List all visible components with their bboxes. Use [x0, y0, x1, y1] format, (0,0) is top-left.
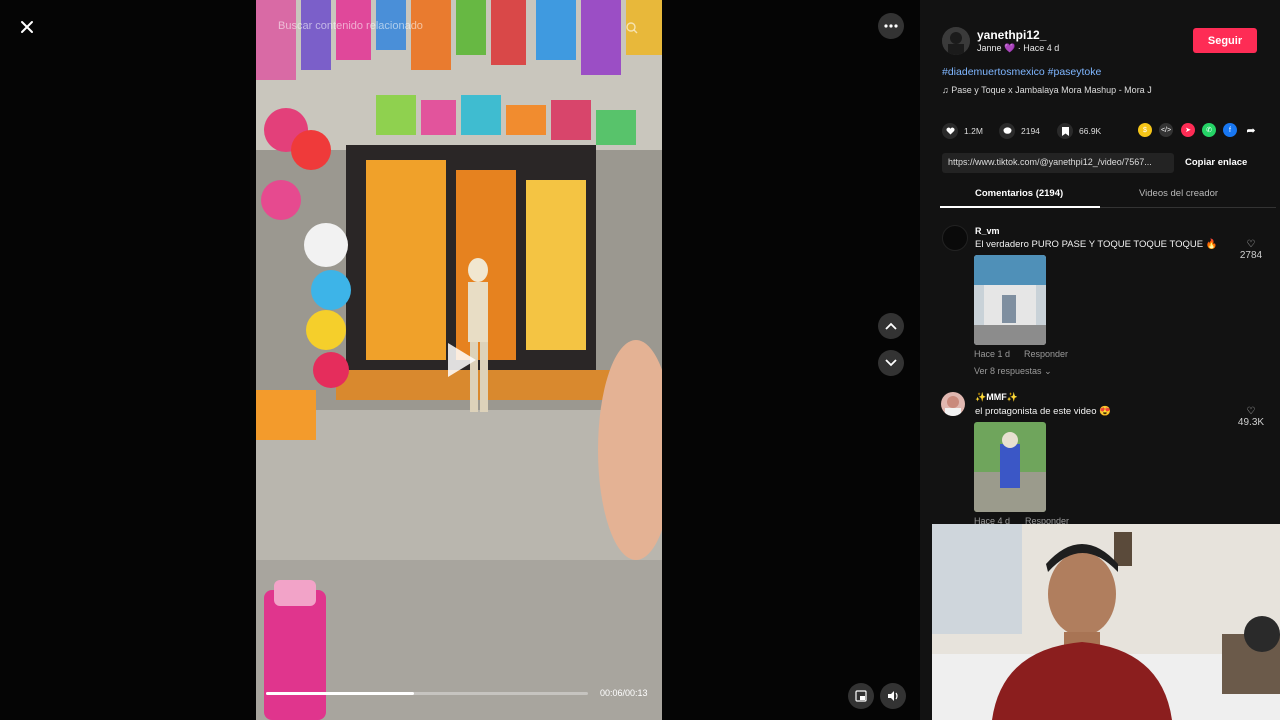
comment-stat[interactable]: 2194: [999, 123, 1040, 139]
webcam-overlay: [932, 524, 1280, 720]
share-arrow-icon[interactable]: ➦: [1244, 123, 1258, 137]
comment-image[interactable]: [974, 422, 1046, 512]
copy-link-button[interactable]: Copiar enlace: [1185, 157, 1247, 168]
comment-like[interactable]: ♡ 49.3K: [1236, 406, 1266, 428]
time-display: 00:06/00:13: [600, 688, 648, 698]
reply-button[interactable]: Responder: [1024, 349, 1068, 359]
volume-button[interactable]: [880, 683, 906, 709]
save-stat[interactable]: 66.9K: [1057, 123, 1101, 139]
comment-text: el protagonista de este video 😍: [975, 406, 1111, 417]
comment-user[interactable]: R_vm: [975, 226, 1000, 236]
webcam-scene: [932, 524, 1280, 720]
facebook-icon[interactable]: f: [1223, 123, 1237, 137]
chevron-down-icon: [885, 359, 897, 367]
volume-icon: [887, 691, 898, 701]
close-button[interactable]: [14, 14, 40, 40]
like-count: 1.2M: [964, 126, 983, 136]
comment-like-count: 49.3K: [1237, 417, 1265, 428]
save-count: 66.9K: [1079, 126, 1102, 136]
avatar-image: [942, 27, 970, 55]
progress-bar[interactable]: [266, 692, 588, 695]
video-link[interactable]: https://www.tiktok.com/@yanethpi12_/vide…: [948, 157, 1152, 167]
follow-button[interactable]: Seguir: [1193, 28, 1257, 53]
progress-fill: [266, 692, 415, 695]
comment-count: 2194: [1021, 126, 1040, 136]
chevron-down-icon: ⌄: [1044, 366, 1052, 376]
comment-like[interactable]: ♡ 2784: [1236, 239, 1266, 261]
active-tab-indicator: [940, 206, 1100, 208]
comment-icon: [999, 123, 1015, 139]
more-icon: [884, 24, 898, 28]
play-icon[interactable]: [444, 340, 480, 380]
avatar[interactable]: [942, 27, 970, 55]
pip-button[interactable]: [848, 683, 874, 709]
next-video-button[interactable]: [878, 350, 904, 376]
comment-avatar[interactable]: [942, 225, 968, 251]
heart-outline-icon: ♡: [1246, 239, 1256, 250]
music-title: Pase y Toque x Jambalaya Mora Mashup - M…: [951, 85, 1152, 95]
comment-like-count: 2784: [1239, 250, 1263, 261]
post-time: Hace 4 d: [1023, 43, 1060, 53]
music-info[interactable]: ♫ Pase y Toque x Jambalaya Mora Mashup -…: [942, 85, 1152, 95]
comment-text: El verdadero PURO PASE Y TOQUE TOQUE TOQ…: [975, 239, 1218, 250]
heart-icon: [942, 123, 958, 139]
pip-icon: [855, 690, 867, 702]
comment-user[interactable]: ✨MMF✨: [975, 392, 1018, 403]
previous-video-button[interactable]: [878, 313, 904, 339]
send-icon[interactable]: ➤: [1181, 123, 1195, 137]
search-input[interactable]: Buscar contenido relacionado: [278, 20, 644, 38]
username[interactable]: yanethpi12_: [977, 28, 1046, 42]
hashtags[interactable]: #diademuertosmexico #paseytoke: [942, 66, 1101, 78]
heart-outline-icon: ♡: [1246, 406, 1256, 417]
view-replies-button[interactable]: Ver 8 respuestas ⌄: [974, 366, 1052, 377]
comment-avatar[interactable]: [941, 392, 965, 416]
comment-time: Hace 1 d: [974, 349, 1011, 359]
bookmark-icon: [1057, 123, 1073, 139]
comment-image[interactable]: [974, 255, 1046, 345]
music-note-icon: ♫: [942, 85, 952, 95]
whatsapp-icon[interactable]: ✆: [1202, 123, 1216, 137]
author-subline: Janne 💜 · Hace 4 d: [977, 43, 1059, 54]
chevron-up-icon: [885, 322, 897, 330]
tab-creator-videos[interactable]: Videos del creador: [1139, 188, 1218, 199]
tab-comments[interactable]: Comentarios (2194): [975, 188, 1063, 199]
search-icon[interactable]: [626, 22, 638, 34]
close-icon: [21, 21, 33, 33]
embed-icon[interactable]: </>: [1159, 123, 1173, 137]
view-replies-label: Ver 8 respuestas: [974, 366, 1042, 376]
coin-icon[interactable]: $: [1138, 123, 1152, 137]
display-name: Janne 💜: [977, 43, 1016, 53]
more-options-button[interactable]: [878, 13, 904, 39]
like-stat[interactable]: 1.2M: [942, 123, 983, 139]
